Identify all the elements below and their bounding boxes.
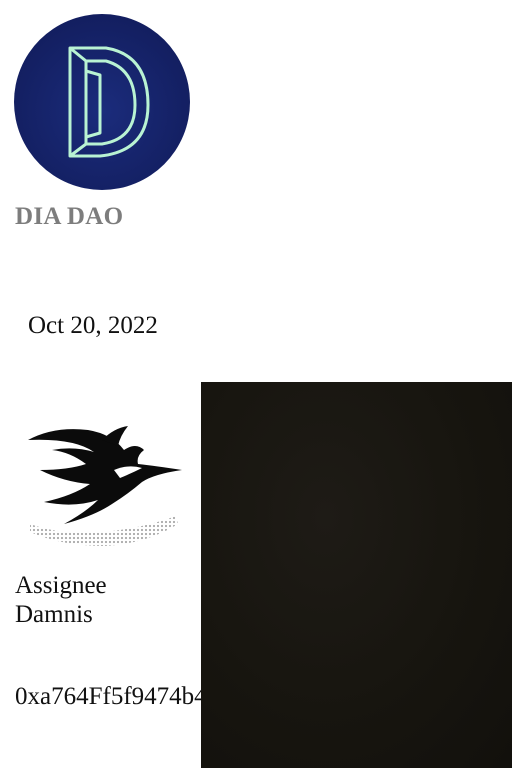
dia-dao-logo-icon[interactable] [14,13,190,191]
assignee-label: Assignee [15,572,107,599]
media-preview[interactable] [201,382,512,768]
bird-silhouette-icon[interactable] [24,420,186,552]
proposal-date: Oct 20, 2022 [28,312,158,339]
organization-name[interactable]: DIA DAO [15,203,123,231]
page: DIA DAO Oct 20, 2022 Assignee Damnis 0xa… [0,0,512,768]
assignee-name[interactable]: Damnis [15,601,93,629]
